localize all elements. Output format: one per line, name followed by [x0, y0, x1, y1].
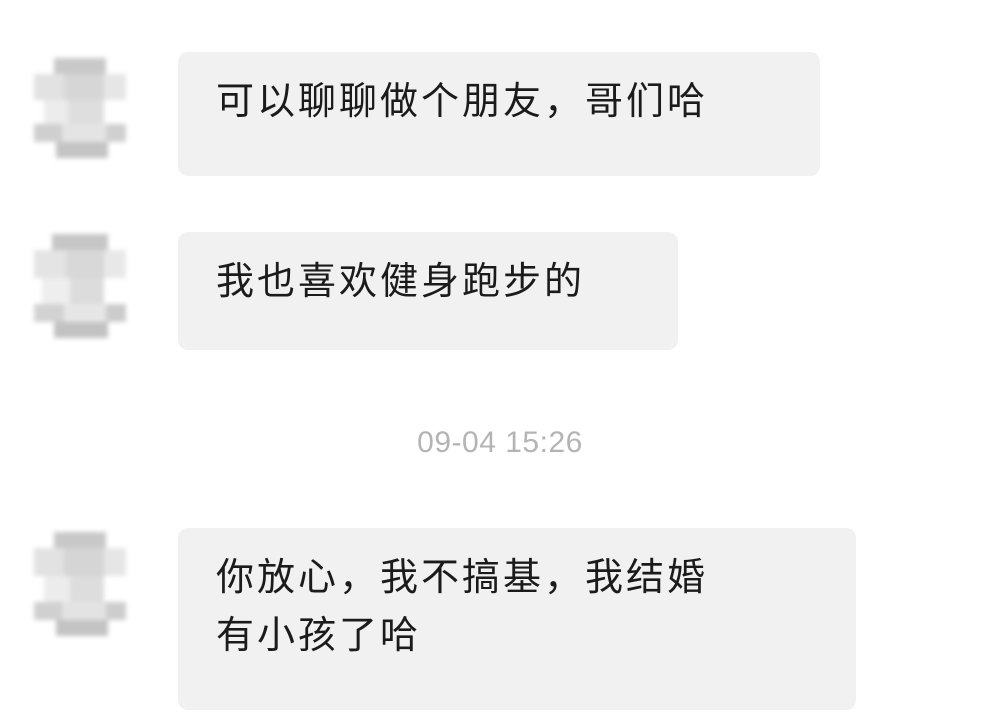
- sender-avatar-icon[interactable]: [34, 528, 126, 638]
- message-bubble[interactable]: 可以聊聊做个朋友，哥们哈: [178, 52, 820, 176]
- chat-conversation: 可以聊聊做个朋友，哥们哈 我也喜欢健身跑步的 09-04 15:26 你放心，我…: [0, 0, 1000, 728]
- message-bubble[interactable]: 你放心，我不搞基，我结婚 有小孩了哈: [178, 528, 856, 710]
- message-timestamp: 09-04 15:26: [417, 426, 583, 459]
- message-bubble[interactable]: 我也喜欢健身跑步的: [178, 232, 678, 350]
- sender-avatar-icon[interactable]: [34, 230, 126, 340]
- sender-avatar-icon[interactable]: [34, 52, 126, 162]
